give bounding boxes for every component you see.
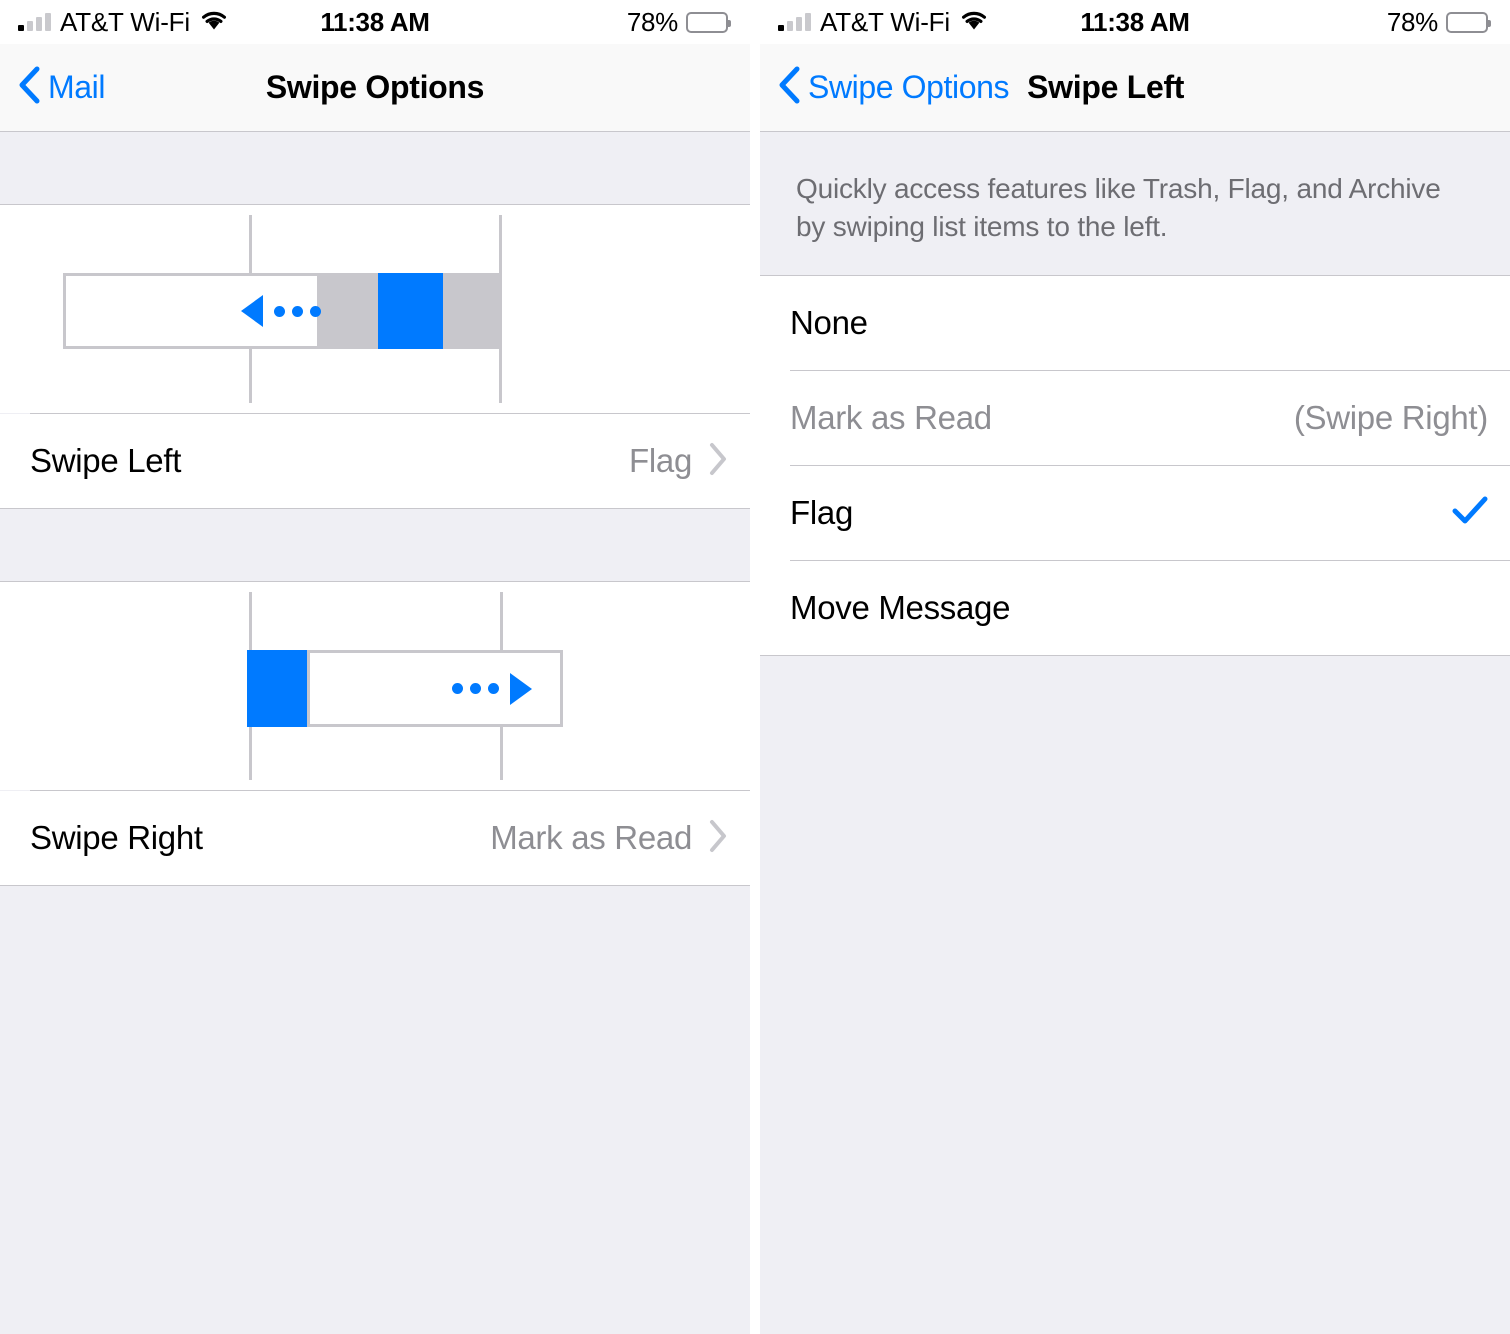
arrow-left-dots-icon — [241, 295, 321, 327]
swipe-right-illustration — [0, 582, 750, 790]
arrow-right-dots-icon — [452, 672, 532, 705]
options-list: None Mark as Read (Swipe Right) Flag Mov… — [760, 276, 1510, 657]
battery-icon — [686, 11, 731, 33]
back-button-mail[interactable]: Mail — [0, 66, 105, 109]
option-accessory-label: (Swipe Right) — [1293, 399, 1488, 437]
checkmark-icon — [1452, 496, 1488, 531]
option-row-move-message[interactable]: Move Message — [760, 561, 1510, 656]
group-gap-top — [0, 132, 750, 205]
row-swipe-right-label: Swipe Right — [30, 819, 203, 856]
wifi-icon — [199, 9, 229, 36]
option-row-flag[interactable]: Flag — [760, 466, 1510, 561]
swipe-left-illustration — [0, 205, 750, 413]
status-bar-right: AT&T Wi-Fi 11:38 AM 78% — [760, 0, 1510, 44]
section-description-text: Quickly access features like Trash, Flag… — [796, 173, 1441, 242]
row-swipe-right-value: Mark as Read — [490, 819, 692, 856]
mock-action-accent-right — [247, 650, 310, 727]
row-swipe-left-accessory: Flag — [629, 442, 728, 481]
mock-action-accent-left — [378, 273, 443, 349]
option-row-mark-as-read[interactable]: Mark as Read (Swipe Right) — [760, 371, 1510, 466]
option-accessory: (Swipe Right) — [1294, 399, 1488, 437]
battery-icon — [1446, 11, 1491, 33]
chevron-left-icon — [778, 66, 800, 109]
battery-percent-label: 78% — [626, 6, 678, 37]
row-swipe-right[interactable]: Swipe Right Mark as Read — [0, 791, 750, 885]
option-label: Flag — [790, 494, 853, 532]
row-swipe-right-accessory: Mark as Read — [490, 819, 728, 858]
empty-area-right — [760, 656, 1510, 1334]
option-row-none[interactable]: None — [760, 276, 1510, 371]
option-label: None — [790, 304, 868, 342]
left-screen-swipe-options: AT&T Wi-Fi 11:38 AM 78% Mail Swipe Optio… — [0, 0, 750, 1334]
mock-list-item-right — [307, 650, 563, 727]
back-button-label: Swipe Options — [808, 69, 1010, 105]
status-left-group: AT&T Wi-Fi — [18, 9, 229, 36]
nav-bar-right: Swipe Options Swipe Left — [760, 44, 1510, 132]
right-screen-swipe-left: AT&T Wi-Fi 11:38 AM 78% Swipe Options Sw… — [760, 0, 1510, 1334]
chevron-right-icon — [708, 442, 728, 481]
status-bar-left: AT&T Wi-Fi 11:38 AM 78% — [0, 0, 750, 44]
chevron-left-icon — [18, 66, 40, 109]
mock-list-item-left — [63, 273, 321, 349]
page-title-left: Swipe Options — [265, 69, 485, 105]
empty-area-left — [0, 886, 750, 1334]
option-label: Mark as Read — [790, 399, 992, 437]
back-button-label: Mail — [48, 69, 106, 105]
back-button-swipe-options[interactable]: Swipe Options — [760, 66, 1010, 109]
carrier-label: AT&T Wi-Fi — [60, 7, 190, 37]
battery-percent-label: 78% — [1386, 6, 1438, 37]
row-swipe-left-value: Flag — [629, 442, 692, 479]
option-accessory — [1452, 496, 1488, 531]
nav-bar-left: Mail Swipe Options — [0, 44, 750, 132]
cellular-bars-icon — [18, 13, 51, 31]
row-swipe-left[interactable]: Swipe Left Flag — [0, 414, 750, 508]
group-gap-middle — [0, 508, 750, 582]
chevron-right-icon — [708, 819, 728, 858]
section-description-block: Quickly access features like Trash, Flag… — [760, 132, 1510, 277]
option-label: Move Message — [790, 589, 1011, 627]
wifi-icon — [959, 9, 989, 36]
status-right-group: 78% — [1386, 6, 1491, 38]
carrier-label: AT&T Wi-Fi — [820, 7, 950, 37]
status-left-group: AT&T Wi-Fi — [778, 9, 989, 36]
status-right-group: 78% — [626, 6, 731, 38]
row-swipe-left-label: Swipe Left — [30, 442, 182, 479]
screen-divider — [750, 0, 760, 1334]
dual-screenshot-container: AT&T Wi-Fi 11:38 AM 78% Mail Swipe Optio… — [0, 0, 1510, 1334]
cellular-bars-icon — [778, 13, 811, 31]
page-title-right: Swipe Left — [1027, 69, 1185, 105]
